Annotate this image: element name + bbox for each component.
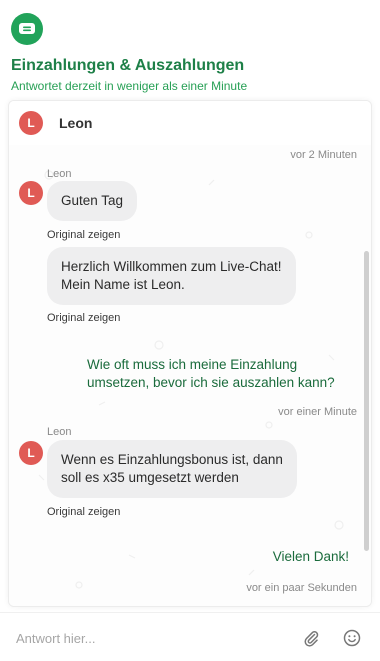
agent-name: Leon (59, 115, 93, 131)
message-text: Guten Tag (61, 193, 124, 208)
agent-avatar: L (19, 181, 43, 205)
sender-name: Leon (47, 426, 72, 438)
message-text: soll es x35 umgesetzt werden (61, 470, 239, 485)
message-composer (0, 612, 380, 661)
chat-bubble-icon (11, 13, 43, 45)
user-message: Wie oft muss ich meine Einzahlung umsetz… (87, 356, 335, 392)
agent-message: Guten Tag (47, 181, 138, 221)
message-input[interactable] (14, 627, 288, 649)
agent-avatar: L (19, 111, 43, 135)
message-text: Vielen Dank! (272, 549, 349, 564)
scrollbar[interactable] (364, 251, 369, 551)
message-text: Wenn es Einzahlungsbonus ist, dann (61, 452, 283, 467)
message-text: Wie oft muss ich meine Einzahlung (87, 357, 298, 372)
show-original-link[interactable]: Original zeigen (47, 229, 120, 241)
show-original-link[interactable]: Original zeigen (47, 312, 120, 324)
sender-name: Leon (47, 168, 72, 180)
smiley-icon[interactable] (343, 629, 361, 647)
user-message: Vielen Dank! (273, 548, 349, 566)
agent-message: Wenn es Einzahlungsbonus ist, dann soll … (47, 440, 297, 498)
chat-header: Einzahlungen & Auszahlungen Antwortet de… (0, 0, 380, 100)
page-title: Einzahlungen & Auszahlungen (11, 57, 245, 74)
message-text: Mein Name ist Leon. (61, 277, 185, 292)
agent-bar: L Leon (9, 101, 371, 146)
message-text: Herzlich Willkommen zum Live-Chat! (61, 259, 282, 274)
paperclip-icon[interactable] (302, 629, 320, 647)
chat-panel: L Leon vor 2 Minuten Leon L Guten Tag Or… (8, 100, 372, 607)
timestamp: vor 2 Minuten (290, 149, 357, 161)
show-original-link[interactable]: Original zeigen (47, 506, 120, 518)
message-list[interactable]: vor 2 Minuten Leon L Guten Tag Original … (9, 145, 371, 606)
message-text: umsetzen, bevor ich sie auszahlen kann? (87, 375, 335, 390)
timestamp: vor ein paar Sekunden (246, 582, 357, 594)
timestamp: vor einer Minute (278, 406, 357, 418)
agent-message: Herzlich Willkommen zum Live-Chat! Mein … (47, 247, 296, 305)
response-time-subtitle: Antwortet derzeit in weniger als einer M… (11, 79, 248, 93)
agent-avatar: L (19, 441, 43, 465)
